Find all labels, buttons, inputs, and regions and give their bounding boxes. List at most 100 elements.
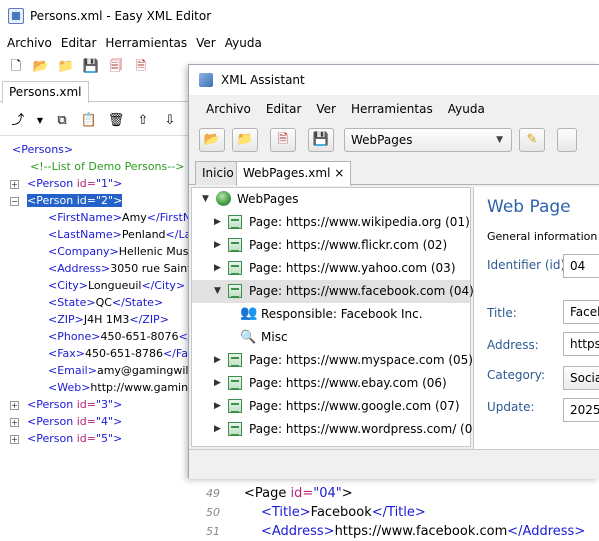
tab-webpages-xml[interactable]: WebPages.xml × — [236, 161, 352, 186]
tree-field-node[interactable]: <LastName>Penland</LastN — [48, 227, 210, 243]
form-subheading: General information c — [487, 230, 599, 243]
category-label: Category: — [487, 368, 545, 382]
app-icon — [8, 8, 24, 24]
category-combo[interactable]: Social — [563, 366, 599, 390]
expand-arrow-icon[interactable]: ▶ — [214, 418, 221, 441]
tab-persons-xml[interactable]: Persons.xml — [2, 81, 89, 103]
assistant-toolbar: 📂 📁 🗎 💾 WebPages ▼ ✎ — [189, 123, 599, 157]
xml-assistant-window: XML Assistant Archivo Editar Ver Herrami… — [188, 64, 599, 479]
export-button[interactable]: 🗎 — [270, 128, 296, 152]
tree-person-1[interactable]: + <Person id="1"> — [10, 176, 122, 192]
folder-icon[interactable]: 📁 — [57, 58, 75, 76]
tree-page-item[interactable]: ▶ Page: https://www.wordpress.com/ (08) — [192, 418, 485, 441]
new-file-icon[interactable]: 🗋 — [7, 58, 25, 76]
menu-editar[interactable]: Editar — [61, 36, 97, 50]
tree-field-node[interactable]: <Email>amy@gamingwild.c — [48, 363, 205, 379]
open-folder-button[interactable]: 📂 — [199, 128, 225, 152]
collapse-arrow-icon[interactable]: ▼ — [202, 188, 209, 211]
tree-field-node[interactable]: <Address>3050 rue Saint-Cl — [48, 261, 206, 277]
expand-icon[interactable]: + — [10, 179, 19, 189]
collapse-icon[interactable]: − — [10, 196, 19, 206]
menu-editar[interactable]: Editar — [266, 102, 302, 116]
tree-root-node[interactable]: <Persons> — [12, 142, 73, 158]
menu-ayuda[interactable]: Ayuda — [448, 102, 485, 116]
tree-person-2[interactable]: − <Person id="2"> — [10, 193, 123, 209]
tree-page-item[interactable]: ▶ Page: https://www.flickr.com (02) — [192, 234, 470, 257]
expand-arrow-icon[interactable]: ▶ — [214, 257, 221, 280]
menu-archivo[interactable]: Archivo — [206, 102, 251, 116]
tree-field-node[interactable]: <Fax>450-651-8786</Fax> — [48, 346, 204, 362]
save-all-icon[interactable]: 🗐 — [107, 58, 125, 76]
expand-icon[interactable]: + — [10, 434, 19, 444]
tree-page-item[interactable]: ▶ Page: https://www.myspace.com (05) — [192, 349, 473, 372]
page-icon — [228, 399, 242, 413]
dropdown-arrow-icon[interactable]: ▼ — [36, 112, 44, 130]
edit-button[interactable]: ✎ — [519, 128, 545, 152]
update-date-field[interactable]: 2025- — [563, 398, 599, 422]
tree-page-item[interactable]: ▶ Page: https://www.wikipedia.org (01) — [192, 211, 470, 234]
page-icon — [228, 215, 242, 229]
add-node-icon[interactable]: ⤴ — [9, 112, 27, 130]
close-tab-icon[interactable]: × — [334, 166, 344, 180]
save-button[interactable]: 💾 — [308, 128, 334, 152]
assistant-app-icon — [199, 73, 213, 87]
update-label: Update: — [487, 400, 535, 414]
tree-comment-node[interactable]: <!--List of Demo Persons--> — [30, 159, 184, 175]
expand-arrow-icon[interactable]: ▶ — [214, 395, 221, 418]
identifier-field[interactable]: 04 — [563, 254, 599, 278]
address-field[interactable]: https: — [563, 332, 599, 356]
page-icon — [228, 284, 242, 298]
selected-node: <Person id="2"> — [27, 194, 123, 207]
expand-arrow-icon[interactable]: ▶ — [214, 211, 221, 234]
folder-button[interactable]: 📁 — [232, 128, 258, 152]
menu-herramientas[interactable]: Herramientas — [351, 102, 433, 116]
tree-root-webpages[interactable]: ▼ WebPages — [192, 188, 470, 211]
editor-title-bar: Persons.xml - Easy XML Editor — [0, 0, 599, 32]
magnifier-icon: 🔍 — [240, 330, 257, 345]
move-up-icon[interactable]: ⇧ — [134, 112, 152, 130]
tree-page-item[interactable]: ▶ Page: https://www.google.com (07) — [192, 395, 470, 418]
export-icon[interactable]: 🗎 — [132, 58, 150, 76]
tree-field-node[interactable]: <Web>http://www.gamingw — [48, 380, 204, 396]
expand-icon[interactable]: + — [10, 400, 19, 410]
tab-inicio[interactable]: Inicio — [195, 161, 241, 185]
tree-field-node[interactable]: <State>QC</State> — [48, 295, 163, 311]
tree-page-item[interactable]: ▶ Page: https://www.yahoo.com (03) — [192, 257, 470, 280]
editor-title: Persons.xml - Easy XML Editor — [30, 9, 212, 23]
tree-person-4[interactable]: + <Person id="4"> — [10, 414, 122, 430]
menu-herramientas[interactable]: Herramientas — [105, 36, 187, 50]
code-view[interactable]: 49 <Page id="04"> 50 <Title>Facebook</Titl… — [190, 478, 599, 541]
tree-page-item[interactable]: ▶ Page: https://www.ebay.com (06) — [192, 372, 470, 395]
menu-ver[interactable]: Ver — [196, 36, 216, 50]
tree-child-misc[interactable]: 🔍 Misc — [192, 326, 470, 349]
tree-field-node[interactable]: <City>Longueuil</City> — [48, 278, 185, 294]
expand-arrow-icon[interactable]: ▶ — [214, 234, 221, 257]
tree-person-5[interactable]: + <Person id="5"> — [10, 431, 122, 447]
delete-icon[interactable]: 🗑 — [107, 112, 125, 130]
expand-arrow-icon[interactable]: ▶ — [214, 349, 221, 372]
schema-combo[interactable]: WebPages ▼ — [344, 128, 512, 152]
tree-person-3[interactable]: + <Person id="3"> — [10, 397, 122, 413]
page-icon — [228, 376, 242, 390]
assistant-title-bar: XML Assistant — [189, 65, 599, 95]
menu-ver[interactable]: Ver — [316, 102, 336, 116]
expand-icon[interactable]: + — [10, 417, 19, 427]
assistant-menu-bar: Archivo Editar Ver Herramientas Ayuda — [189, 97, 485, 121]
move-down-icon[interactable]: ⇩ — [161, 112, 179, 130]
expand-arrow-icon[interactable]: ▶ — [214, 372, 221, 395]
paste-icon[interactable]: 📋 — [80, 112, 98, 130]
copy-icon[interactable]: ⧉ — [53, 112, 71, 130]
chevron-down-icon: ▼ — [496, 135, 503, 145]
title-field[interactable]: Faceb — [563, 300, 599, 324]
menu-ayuda[interactable]: Ayuda — [225, 36, 262, 50]
save-icon[interactable]: 💾 — [82, 58, 100, 76]
extra-button[interactable] — [557, 128, 577, 152]
tree-field-node[interactable]: <FirstName>Amy</FirstNa — [48, 210, 198, 226]
title-label: Title: — [487, 306, 517, 320]
collapse-arrow-icon[interactable]: ▼ — [214, 280, 221, 303]
tree-child-responsible[interactable]: 👥 Responsible: Facebook Inc. — [192, 303, 470, 326]
tree-field-node[interactable]: <ZIP>J4H 1M3</ZIP> — [48, 312, 169, 328]
menu-archivo[interactable]: Archivo — [7, 36, 52, 50]
tree-page-item-selected[interactable]: ▼ Page: https://www.facebook.com (04) — [192, 280, 474, 303]
open-folder-icon[interactable]: 📂 — [32, 58, 50, 76]
